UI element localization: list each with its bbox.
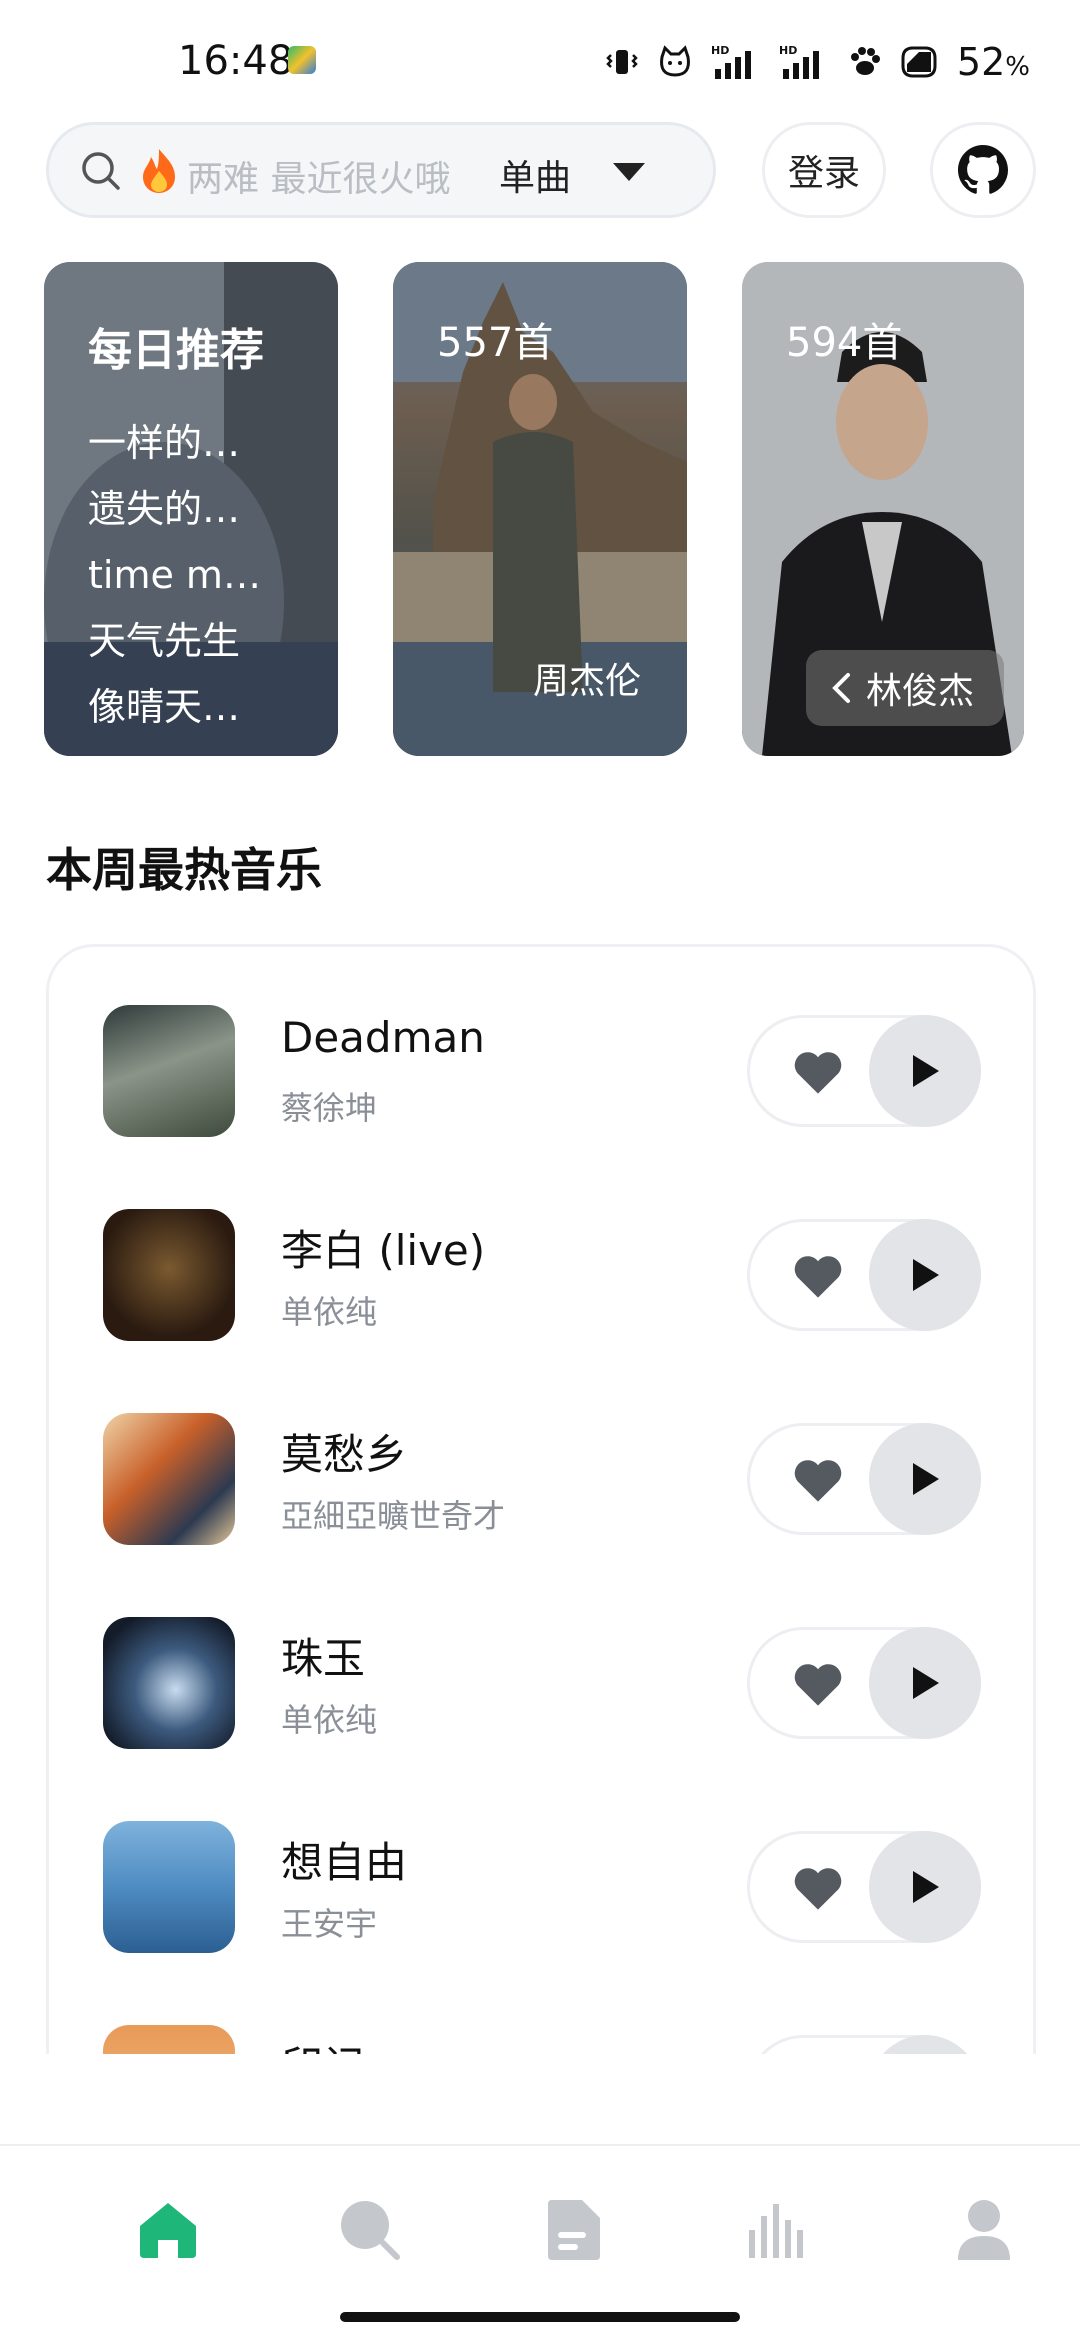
song-title: Deadman [281, 1013, 485, 1062]
song-cover [103, 1413, 235, 1545]
nav-document[interactable] [534, 2190, 614, 2270]
song-title: 莫愁乡 [281, 1430, 408, 1479]
artist-card[interactable]: 594首 林俊杰 [742, 262, 1024, 756]
list-item[interactable]: 想自由 王安宇 [49, 1763, 1033, 1967]
nav-chart[interactable] [738, 2190, 818, 2270]
song-title: 想自由 [281, 1838, 408, 1887]
daily-recommend-card[interactable]: 每日推荐 一样的… 遗失的… time m… 天气先生 像晴天… [44, 262, 338, 756]
document-icon [548, 2200, 600, 2260]
artist-name-pill[interactable]: 林俊杰 [806, 650, 1005, 726]
list-item[interactable]: 珠玉 单依纯 [49, 1559, 1033, 1763]
song-artist: 亞細亞曠世奇才 [281, 1497, 506, 1535]
list-item[interactable]: 莫愁乡 亞細亞曠世奇才 [49, 1355, 1033, 1559]
song-actions [747, 1831, 981, 1943]
nav-home[interactable] [128, 2190, 208, 2270]
hd-signal-icon: HD [711, 44, 751, 79]
song-actions [747, 1015, 981, 1127]
daily-title: 每日推荐 [88, 325, 264, 376]
song-cover [103, 1209, 235, 1341]
artist-song-count: 557首 [437, 320, 554, 366]
svg-text:HD: HD [779, 44, 797, 57]
play-icon [913, 1055, 939, 1087]
song-actions [747, 1423, 981, 1535]
section-title: 本周最热音乐 [46, 843, 322, 897]
song-cover [103, 2025, 235, 2054]
heart-icon[interactable] [792, 1660, 844, 1708]
search-type-select[interactable]: 单曲 [499, 149, 571, 201]
song-actions [747, 1219, 981, 1331]
search-icon [341, 2201, 400, 2260]
daily-song: time m… [88, 553, 261, 597]
song-title: 印记 [281, 2033, 365, 2054]
cat-icon [659, 45, 690, 77]
home-icon [140, 2203, 196, 2258]
song-actions [747, 2035, 981, 2054]
play-icon [913, 1259, 939, 1291]
daily-song: 一样的… [88, 421, 241, 465]
hot-song-list: Deadman 蔡徐坤 李白 (live) 单依纯 莫愁乡 亞細亞曠世奇才 珠玉… [46, 944, 1036, 2054]
battery-level: 52% [956, 40, 1030, 84]
daily-song: 遗失的… [88, 487, 241, 531]
chevron-down-icon[interactable] [609, 159, 649, 185]
list-item[interactable]: Deadman 蔡徐坤 [49, 947, 1033, 1151]
song-actions [747, 1627, 981, 1739]
artist-name: 周杰伦 [532, 661, 641, 702]
app-icon [288, 46, 316, 74]
heart-icon[interactable] [792, 1864, 844, 1912]
bottom-nav [0, 2144, 1080, 2340]
song-artist: 蔡徐坤 [281, 1089, 378, 1127]
artist-name: 林俊杰 [866, 671, 975, 712]
search-input[interactable]: 两难 最近很火哦 [187, 150, 505, 194]
fire-icon [143, 149, 175, 193]
paw-icon [850, 47, 880, 75]
daily-song-list: 一样的… 遗失的… time m… 天气先生 像晴天… [88, 410, 261, 740]
play-button[interactable] [869, 1423, 981, 1535]
github-icon [958, 145, 1008, 194]
status-icons: HD HD 52% [605, 40, 1030, 84]
play-button[interactable] [869, 1015, 981, 1127]
play-button[interactable] [869, 1219, 981, 1331]
song-artist: 单依纯 [281, 1293, 378, 1331]
play-button[interactable] [869, 2035, 981, 2054]
battery-icon [901, 46, 937, 78]
nav-profile[interactable] [944, 2190, 1024, 2270]
heart-icon[interactable] [792, 1048, 844, 1096]
play-icon [913, 1871, 939, 1903]
play-icon [913, 1667, 939, 1699]
nav-search[interactable] [330, 2190, 410, 2270]
vibrate-icon [606, 50, 638, 74]
chart-icon [749, 2204, 803, 2258]
home-indicator[interactable] [340, 2312, 740, 2322]
artist-card[interactable]: 557首 周杰伦 [393, 262, 687, 756]
play-button[interactable] [869, 1627, 981, 1739]
heart-icon[interactable] [792, 1252, 844, 1300]
svg-text:HD: HD [711, 44, 729, 57]
daily-song: 像晴天… [88, 685, 241, 729]
status-time: 16:48 [178, 38, 294, 84]
status-bar: 16:48 HD HD 52% [0, 0, 1080, 120]
heart-icon[interactable] [792, 1456, 844, 1504]
list-item[interactable]: 印记 [49, 1967, 1033, 2054]
list-item[interactable]: 李白 (live) 单依纯 [49, 1151, 1033, 1355]
song-title: 李白 (live) [281, 1226, 486, 1275]
daily-song: 天气先生 [88, 619, 241, 663]
song-cover [103, 1617, 235, 1749]
song-title: 珠玉 [281, 1634, 366, 1683]
github-button[interactable] [930, 122, 1036, 218]
hd-signal-icon: HD [779, 44, 819, 79]
play-icon [913, 1463, 939, 1495]
song-artist: 王安宇 [281, 1905, 378, 1943]
chevron-left-icon [832, 673, 850, 703]
song-artist: 单依纯 [281, 1701, 378, 1739]
user-icon [958, 2200, 1010, 2260]
play-button[interactable] [869, 1831, 981, 1943]
login-button[interactable]: 登录 [762, 122, 886, 218]
artist-song-count: 594首 [786, 320, 903, 366]
search-bar[interactable]: 两难 最近很火哦 单曲 [46, 122, 716, 218]
song-cover [103, 1005, 235, 1137]
search-icon [82, 152, 120, 190]
song-cover [103, 1821, 235, 1953]
